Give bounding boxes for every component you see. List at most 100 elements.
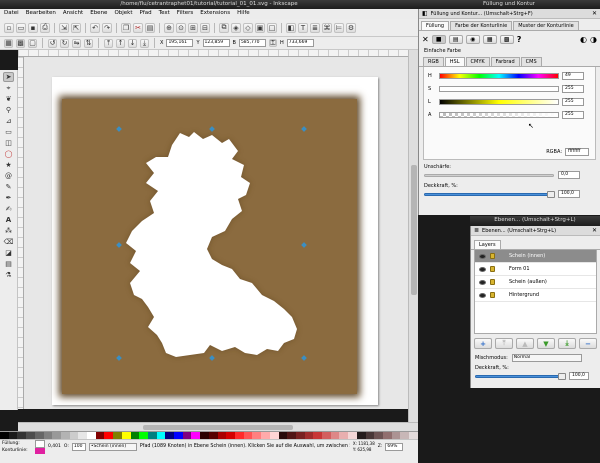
blur-value[interactable]: 0,0 [558,171,580,179]
lower-layer-icon[interactable]: ▼ [537,338,555,349]
add-layer-icon[interactable]: + [474,338,492,349]
3d-box-tool-icon[interactable]: ◫ [3,138,14,148]
swatch[interactable] [234,432,244,439]
text-tool-icon[interactable]: A [3,215,14,225]
swatch[interactable] [43,432,53,439]
export-icon[interactable]: ⇱ [71,22,81,33]
zoom-field[interactable]: 69% [385,443,404,451]
saturation-slider[interactable] [439,85,559,92]
saturation-value[interactable]: 255 [562,84,584,93]
visibility-eye-icon[interactable] [479,266,486,272]
rotate-cw-icon[interactable]: ↻ [60,38,69,48]
calligraphy-tool-icon[interactable]: ✍ [3,204,14,214]
node-tool-icon[interactable]: ⌖ [3,83,14,93]
deselect-icon[interactable]: ▢ [28,38,37,48]
white-form-path[interactable] [126,132,297,357]
dialog-opacity-slider-thumb[interactable] [547,190,555,198]
swatch[interactable] [278,432,288,439]
zoom-tool-icon[interactable]: ⚲ [3,105,14,115]
lightness-value[interactable]: 255 [562,97,584,106]
swatch[interactable] [348,432,357,439]
color-palette[interactable] [0,431,418,439]
xml-editor-icon[interactable]: ⌘ [322,22,332,33]
swatch[interactable] [304,432,314,439]
swatch[interactable] [0,432,9,439]
swatch[interactable] [287,432,296,439]
swatch[interactable] [17,432,27,439]
lock-icon[interactable] [490,253,495,259]
menu-bearbeiten[interactable]: Bearbeiten [26,9,56,19]
swatch[interactable] [226,432,235,439]
swatch[interactable] [182,432,192,439]
eraser-tool-icon[interactable]: ⌫ [3,237,14,247]
swatch[interactable] [95,432,105,439]
swatch[interactable] [147,432,157,439]
swatch[interactable] [87,432,96,439]
menu-hilfe[interactable]: Hilfe [237,9,250,19]
swatch[interactable] [165,432,175,439]
zoom-selection-icon[interactable]: ⊕ [164,22,174,33]
menu-text[interactable]: Text [159,9,170,19]
ellipse-tool-icon[interactable]: ◯ [3,149,14,159]
horizontal-scrollbar[interactable] [18,422,418,431]
dialog-opacity-slider[interactable] [424,190,555,198]
tab-fill[interactable]: Füllung [421,21,450,30]
unlink-clone-icon[interactable]: ◇ [243,22,253,33]
layer-row[interactable]: Form 01 [475,263,596,276]
tab-stroke-paint[interactable]: Farbe der Konturlinie [450,21,513,30]
pen-tool-icon[interactable]: ✒ [3,193,14,203]
tab-color-wheel[interactable]: Farbrad [490,57,520,66]
swatch[interactable] [26,432,35,439]
new-document-icon[interactable]: ▫ [4,22,14,33]
flip-horizontal-icon[interactable]: ⇋ [72,38,81,48]
preferences-icon[interactable]: ⚙ [346,22,356,33]
swatch[interactable] [191,432,201,439]
tab-layers[interactable]: Layers [474,240,501,249]
swatch[interactable] [208,432,218,439]
import-icon[interactable]: ⇲ [59,22,69,33]
rgba-field[interactable]: ffffffff [565,148,589,156]
stroke-swatch[interactable] [35,448,45,454]
lower-to-bottom-icon[interactable]: ⤓ [140,38,149,48]
menu-pfad[interactable]: Pfad [140,9,152,19]
bucket-tool-icon[interactable]: ◪ [3,248,14,258]
select-all-icon[interactable]: ▦ [4,38,13,48]
raise-to-top-icon[interactable]: ⤒ [104,38,113,48]
fill-rule-evenodd-icon[interactable]: ◐ [580,35,587,44]
swatch[interactable] [409,432,418,439]
lightness-slider[interactable] [439,98,559,105]
menu-datei[interactable]: Datei [4,9,19,19]
swatch[interactable] [339,432,349,439]
raise-layer-icon[interactable]: ▲ [516,338,534,349]
visibility-eye-icon[interactable] [479,292,486,298]
swatch[interactable] [243,432,253,439]
layers-icon[interactable]: ≣ [310,22,320,33]
spray-tool-icon[interactable]: ⁂ [3,226,14,236]
fill-stroke-indicator[interactable]: Füllung: Konturlinie: [2,440,32,454]
tweak-tool-icon[interactable]: ❦ [3,94,14,104]
blur-slider[interactable] [424,173,554,177]
swatch[interactable] [252,432,262,439]
duplicate-icon[interactable]: ⧉ [219,22,229,33]
x-field[interactable]: 195,161 [166,39,194,47]
swatch[interactable] [295,432,305,439]
visibility-eye-icon[interactable] [479,279,486,285]
star-tool-icon[interactable]: ★ [3,160,14,170]
vertical-scroll-thumb[interactable] [411,165,417,295]
select-all-layers-icon[interactable]: ▩ [16,38,25,48]
alpha-slider[interactable] [439,111,559,118]
swatch-icon[interactable]: ▩ [499,35,514,44]
lower-icon[interactable]: ↓ [128,38,137,48]
flip-vertical-icon[interactable]: ⇅ [84,38,93,48]
unset-paint-icon[interactable]: ? [517,35,522,44]
swatch[interactable] [104,432,114,439]
undo-icon[interactable]: ↶ [90,22,100,33]
remove-layer-icon[interactable]: − [579,338,597,349]
current-layer-select[interactable]: •Schein (innen) [88,443,137,451]
tab-rgb[interactable]: RGB [423,57,444,66]
flat-color-icon[interactable]: ■ [431,35,446,44]
gradient-tool-icon[interactable]: ▤ [3,259,14,269]
hue-slider[interactable] [439,72,559,79]
swatch[interactable] [156,432,166,439]
measure-tool-icon[interactable]: ⊿ [3,116,14,126]
